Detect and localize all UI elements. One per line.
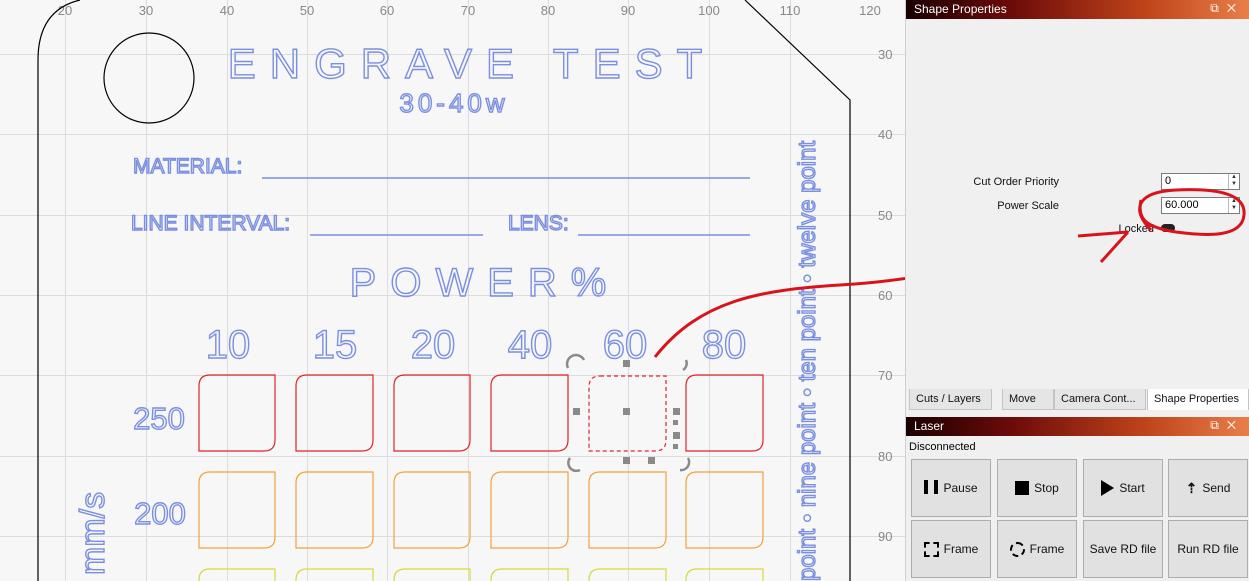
test-square <box>295 374 374 452</box>
close-icon[interactable]: ✕ <box>1227 1 1244 15</box>
annotation-arrow <box>653 277 905 358</box>
cut-order-value: 0 <box>1165 175 1172 187</box>
test-square <box>685 471 764 549</box>
frame-label: Frame <box>943 542 979 556</box>
frame-circle-icon <box>1009 541 1025 557</box>
test-square <box>393 568 471 581</box>
laser-status: Disconnected <box>909 441 976 453</box>
side-text: point • nine point • ten point • twelve … <box>794 141 821 581</box>
spin-arrows-icon[interactable]: ▲ ▼ <box>1228 198 1239 213</box>
power-value: 40 <box>508 323 553 367</box>
wattage-text: 30-40w <box>399 88 508 118</box>
test-square <box>393 374 471 452</box>
send-label: Send <box>1202 481 1231 495</box>
pause-button[interactable]: Pause <box>911 459 991 517</box>
float-icon[interactable]: ⧉ <box>1210 418 1227 432</box>
stop-label: Stop <box>1034 481 1059 495</box>
test-square <box>588 471 667 549</box>
cut-order-label: Cut Order Priority <box>973 176 1059 188</box>
engrave-title: ENGRAVE TEST <box>228 40 717 87</box>
speed-unit: mm/s <box>74 492 112 575</box>
stop-icon <box>1015 481 1030 495</box>
laser-titlebar: Laser ⧉✕ <box>906 417 1249 436</box>
test-square <box>685 568 764 581</box>
float-icon[interactable]: ⧉ <box>1210 1 1227 15</box>
test-square <box>490 374 569 452</box>
speed-value: 200 <box>134 496 186 531</box>
test-square <box>198 374 276 452</box>
close-icon[interactable]: ✕ <box>1227 418 1244 432</box>
run-rd-button[interactable]: Run RD file <box>1168 520 1248 578</box>
design-canvas[interactable]: 20 30 40 50 60 70 80 90 100 110 120 30 4… <box>0 0 905 581</box>
send-button[interactable]: ⇡ Send <box>1168 459 1248 517</box>
tab-shape-properties[interactable]: Shape Properties <box>1147 389 1249 410</box>
save-rd-button[interactable]: Save RD file <box>1083 520 1163 578</box>
frame-button[interactable]: Frame <box>911 520 991 578</box>
test-square <box>588 568 667 581</box>
test-square <box>490 471 569 549</box>
speed-value: 250 <box>133 401 185 436</box>
pause-label: Pause <box>943 481 978 495</box>
pause-icon <box>924 480 938 497</box>
cut-order-input[interactable]: 0 ▲ ▼ <box>1161 173 1240 190</box>
tag-hole <box>103 32 195 124</box>
save-rd-label: Save RD file <box>1089 542 1157 556</box>
play-icon <box>1101 480 1115 496</box>
power-value: 20 <box>411 323 456 367</box>
frame-square-icon <box>923 541 939 557</box>
locked-label: Locked <box>1118 223 1154 235</box>
shape-properties-titlebar: Shape Properties ⧉✕ <box>906 0 1249 19</box>
run-rd-label: Run RD file <box>1177 542 1239 556</box>
laser-title: Laser <box>914 419 945 433</box>
panel-tabs: Cuts / Layers Move Camera Cont... Shape … <box>909 389 1249 410</box>
test-square <box>685 374 764 452</box>
upload-icon: ⇡ <box>1185 479 1198 496</box>
start-button[interactable]: Start <box>1083 459 1163 517</box>
tab-move[interactable]: Move <box>1002 389 1054 410</box>
start-label: Start <box>1119 481 1145 495</box>
power-scale-label: Power Scale <box>997 200 1059 212</box>
material-label: MATERIAL: <box>133 155 242 178</box>
power-heading: POWER% <box>350 261 621 305</box>
test-square <box>393 471 471 549</box>
stop-button[interactable]: Stop <box>997 459 1077 517</box>
power-scale-value: 60.000 <box>1165 199 1199 211</box>
frame-label: Frame <box>1029 542 1065 556</box>
test-square <box>295 471 374 549</box>
test-square <box>295 568 374 581</box>
power-value: 10 <box>206 323 251 367</box>
spin-arrows-icon[interactable]: ▲ ▼ <box>1228 174 1239 189</box>
tab-camera-control[interactable]: Camera Cont... <box>1054 389 1146 410</box>
test-square <box>198 568 276 581</box>
power-value: 80 <box>702 323 747 367</box>
lens-label: LENS: <box>508 212 569 235</box>
annotation-arrowhead <box>1077 230 1130 264</box>
design-drawing: ENGRAVE TEST 30-40w MATERIAL: LINE INTER… <box>37 0 905 581</box>
test-square <box>198 471 276 549</box>
locked-toggle[interactable] <box>1161 224 1175 232</box>
frame-circle-button[interactable]: Frame <box>997 520 1077 578</box>
right-panel: Shape Properties ⧉✕ Cut Order Priority 0… <box>905 0 1249 581</box>
tab-cuts-layers[interactable]: Cuts / Layers <box>909 389 992 410</box>
power-scale-input[interactable]: 60.000 ▲ ▼ <box>1161 197 1240 214</box>
power-value: 15 <box>313 323 358 367</box>
test-square <box>490 568 569 581</box>
shape-properties-title: Shape Properties <box>914 2 1007 16</box>
line-interval-label: LINE INTERVAL: <box>131 212 290 235</box>
